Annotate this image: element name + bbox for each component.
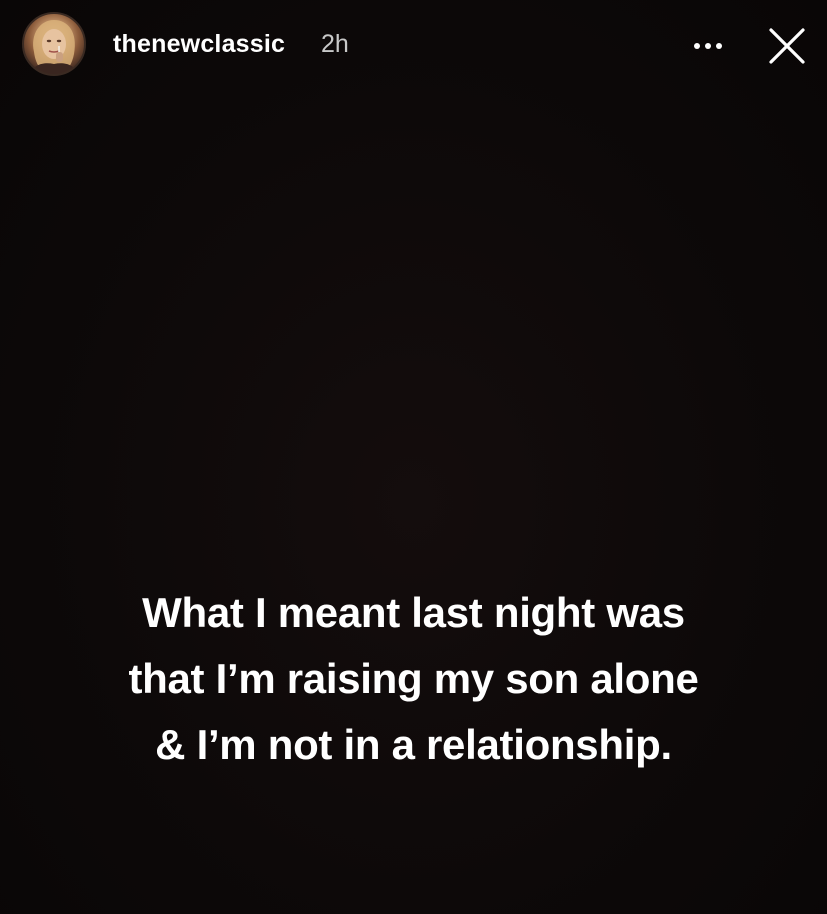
avatar[interactable] — [22, 12, 86, 76]
close-icon — [769, 28, 805, 64]
story-viewer: thenewclassic 2h What I meant last night… — [0, 0, 827, 914]
story-header: thenewclassic 2h — [0, 0, 827, 92]
caption-line-1: What I meant last night was — [142, 589, 685, 636]
caption-line-2: that I’m raising my son alone — [128, 655, 699, 702]
caption-line-3: & I’m not in a relationship. — [155, 721, 672, 768]
avatar-photo — [30, 20, 78, 74]
username[interactable]: thenewclassic — [113, 30, 285, 59]
more-options-button[interactable] — [688, 26, 728, 66]
post-timestamp: 2h — [321, 30, 349, 58]
story-caption: What I meant last night was that I’m rai… — [0, 580, 827, 778]
more-options-icon — [694, 43, 722, 49]
close-button[interactable] — [764, 23, 810, 69]
